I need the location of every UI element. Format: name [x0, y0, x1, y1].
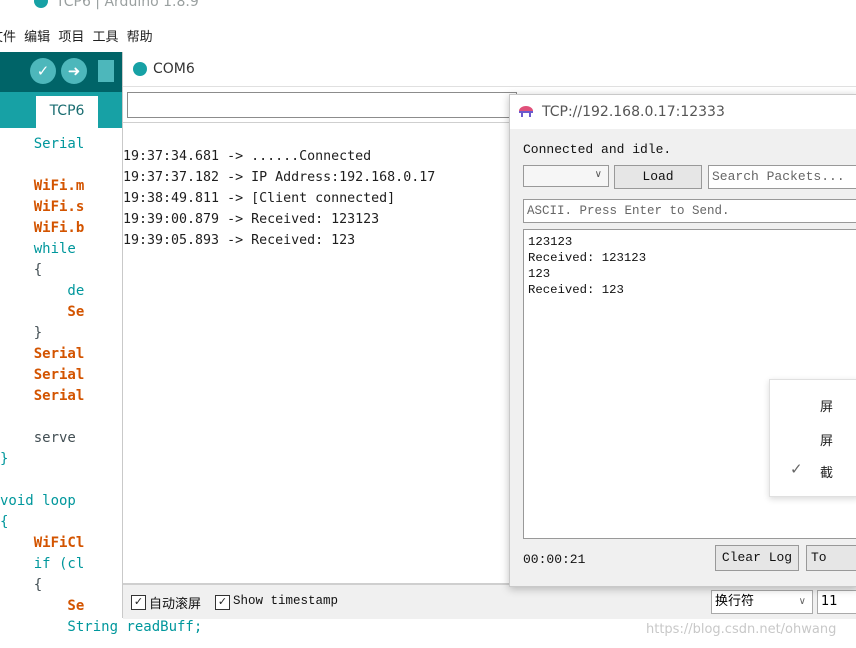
menu-tools[interactable]: 工具: [92, 30, 118, 45]
chevron-down-icon: ∨: [798, 596, 806, 607]
connection-status: Connected and idle.: [523, 142, 672, 157]
code-line: void loop: [0, 493, 76, 509]
code-line: de: [0, 283, 85, 299]
menu-file[interactable]: 文件: [0, 30, 16, 45]
serial-monitor-title: COM6: [153, 61, 195, 77]
tcp-title: TCP://192.168.0.17:12333: [542, 104, 725, 120]
chevron-down-icon: ∨: [594, 169, 602, 180]
serial-monitor-title-bar: COM6: [123, 52, 856, 87]
line-ending-value: 换行符: [715, 594, 755, 609]
baud-select[interactable]: 11: [817, 590, 856, 614]
search-packets-input[interactable]: Search Packets...: [708, 165, 856, 189]
autoscroll-label: 自动滚屏: [149, 597, 202, 612]
code-line: Serial: [0, 136, 85, 152]
code-line: {: [0, 262, 43, 278]
code-line: }: [0, 451, 9, 467]
menu-edit[interactable]: 编辑: [24, 30, 50, 45]
code-line: }: [0, 325, 43, 341]
code-line: while: [0, 241, 85, 257]
packet-combo-select[interactable]: ∨: [523, 165, 609, 187]
ide-title-bar: TCP6 | Arduino 1.8.9: [0, 0, 856, 24]
arduino-logo-icon: [34, 0, 48, 8]
code-line: Serial: [0, 367, 85, 383]
code-line: {: [0, 514, 9, 530]
ide-title: TCP6 | Arduino 1.8.9: [56, 0, 199, 10]
code-line: Serial: [0, 388, 85, 404]
load-button[interactable]: Load: [614, 165, 702, 189]
upload-icon[interactable]: ➜: [61, 58, 87, 84]
code-line: Se: [0, 598, 85, 614]
autoscroll-checkbox[interactable]: ✓: [131, 595, 146, 610]
serial-line: 19:38:49.811 -> [Client connected]: [123, 191, 396, 206]
code-editor[interactable]: Serial WiFi.m WiFi.s WiFi.b while { de S…: [0, 128, 202, 648]
tab-tcp6[interactable]: TCP6: [36, 96, 98, 128]
log-line: Received: 123123: [528, 251, 647, 265]
elapsed-timer: 00:00:21: [523, 552, 586, 567]
check-icon: ✓: [790, 460, 803, 478]
code-line: WiFi.b: [0, 220, 85, 236]
to-button[interactable]: To: [806, 545, 856, 571]
new-file-icon[interactable]: [98, 60, 114, 82]
log-line: 123123: [528, 235, 573, 249]
code-line: {: [0, 577, 43, 593]
serial-line: 19:37:37.182 -> IP Address:192.168.0.17: [123, 170, 436, 185]
tcp-title-bar: TCP://192.168.0.17:12333: [510, 95, 856, 129]
code-line: WiFi.m: [0, 178, 85, 194]
code-line: serve: [0, 430, 76, 446]
log-line: 123: [528, 267, 551, 281]
tcp-window: TCP://192.168.0.17:12333 Connected and i…: [509, 94, 856, 587]
baud-value: 11: [821, 594, 838, 609]
show-timestamp-label: Show timestamp: [233, 594, 339, 608]
code-line: if (cl: [0, 556, 85, 572]
context-menu: 屏 屏 ✓ 截: [769, 379, 856, 497]
code-line: WiFiCl: [0, 535, 85, 551]
verify-icon[interactable]: ✓: [30, 58, 56, 84]
serial-line: 19:39:05.893 -> Received: 123: [123, 233, 356, 248]
menu-help[interactable]: 帮助: [127, 30, 153, 45]
code-line: String readBuff;: [0, 619, 203, 635]
log-line: Received: 123: [528, 283, 624, 297]
context-menu-item[interactable]: 屏: [820, 430, 833, 449]
watermark: https://blog.csdn.net/ohwang: [646, 622, 837, 637]
code-line: WiFi.s: [0, 199, 85, 215]
serial-line: 19:37:34.681 -> ......Connected: [123, 149, 372, 164]
show-timestamp-checkbox[interactable]: ✓: [215, 595, 230, 610]
ide-menubar: 文件 编辑 项目 工具 帮助: [0, 26, 856, 50]
code-line: Se: [0, 304, 85, 320]
arduino-logo-icon: [133, 62, 147, 76]
code-line: Serial: [0, 346, 85, 362]
menu-project[interactable]: 项目: [58, 30, 84, 45]
serial-monitor-footer: ✓ 自动滚屏 ✓ Show timestamp 换行符 ∨ 11: [123, 584, 856, 619]
serial-send-input[interactable]: [127, 92, 517, 118]
network-icon: [519, 106, 533, 117]
serial-line: 19:39:00.879 -> Received: 123123: [123, 212, 380, 227]
ide-toolbar: ✓ ➜: [0, 52, 125, 92]
context-menu-item[interactable]: 屏: [820, 396, 833, 415]
clear-log-button[interactable]: Clear Log: [715, 545, 799, 571]
ascii-send-input[interactable]: ASCII. Press Enter to Send.: [523, 199, 856, 223]
line-ending-select[interactable]: 换行符 ∨: [711, 590, 813, 614]
context-menu-item[interactable]: 截: [820, 462, 833, 481]
serial-output[interactable]: 19:37:34.681 -> ......Connected 19:37:37…: [123, 122, 511, 584]
